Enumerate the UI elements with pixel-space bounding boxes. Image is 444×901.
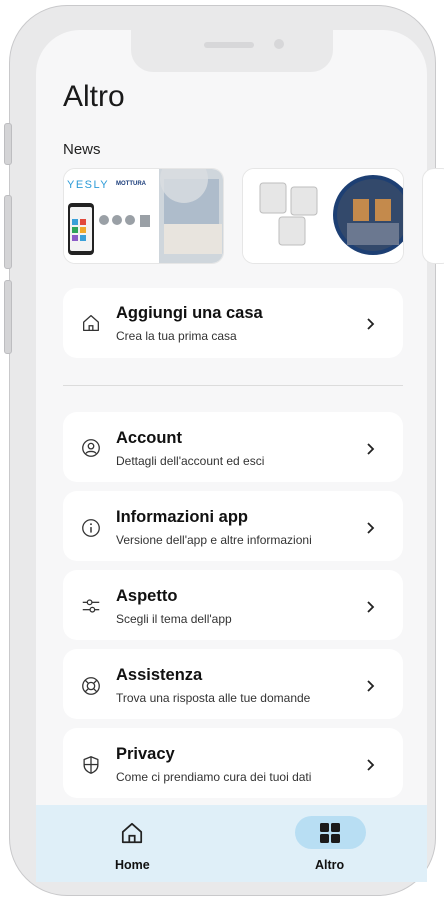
sliders-icon [82,599,100,613]
menu-item-app-info[interactable]: Informazioni app Versione dell'app e alt… [63,491,403,561]
bottom-tab-bar [36,805,427,882]
chevron-right-icon [367,759,375,771]
menu-item-title: Aggiungi una casa [116,304,263,322]
tab-altro[interactable]: Altro [295,812,366,882]
lifebuoy-icon [82,677,100,695]
menu-item-account[interactable]: Account Dettagli dell'account ed esci [63,412,403,482]
tab-label: Home [115,858,150,872]
menu-item-appearance[interactable]: Aspetto Scegli il tema dell'app [63,570,403,640]
shield-icon [83,756,99,774]
chevron-right-icon [367,522,375,534]
chevron-right-icon [367,680,375,692]
news-card-yesly[interactable]: YESLY MOTTURA [63,168,224,264]
menu-item-subtitle: Dettagli dell'account ed esci [116,454,265,468]
phone-camera [274,39,284,49]
svg-text:MOTTURA: MOTTURA [116,181,147,187]
menu-item-subtitle: Come ci prendiamo cura dei tuoi dati [116,770,312,784]
menu-item-title: Aspetto [116,587,178,605]
tab-home[interactable]: Home [100,812,164,882]
phone-side-button [4,195,12,269]
news-section-label: News [63,141,101,158]
news-card-modules[interactable] [242,168,404,264]
page-title: Altro [63,80,125,113]
divider [63,385,403,386]
menu-item-subtitle: Trova una risposta alle tue domande [116,691,311,705]
menu-item-add-home[interactable]: Aggiungi una casa Crea la tua prima casa [63,288,403,358]
news-image-yesly: YESLY MOTTURA [64,169,223,263]
news-image-modules [243,169,403,263]
svg-text:YESLY: YESLY [67,179,109,191]
chevron-right-icon [367,443,375,455]
info-icon [82,519,100,537]
news-card-partial[interactable] [422,168,444,264]
tab-label: Altro [315,858,345,872]
user-circle-icon [82,439,100,457]
chevron-right-icon [367,318,375,330]
phone-speaker [204,42,254,48]
menu-item-title: Informazioni app [116,508,248,526]
menu-item-privacy[interactable]: Privacy Come ci prendiamo cura dei tuoi … [63,728,403,798]
home-icon [83,315,99,331]
menu-item-subtitle: Scegli il tema dell'app [116,612,232,626]
phone-side-button [4,280,12,354]
grid-icon [320,823,340,843]
phone-notch [131,30,333,72]
phone-side-button [4,123,12,165]
chevron-right-icon [367,601,375,613]
menu-item-title: Assistenza [116,666,203,684]
menu-item-subtitle: Versione dell'app e altre informazioni [116,533,312,547]
menu-item-title: Account [116,429,182,447]
menu-item-support[interactable]: Assistenza Trova una risposta alle tue d… [63,649,403,719]
home-icon [121,822,143,844]
menu-item-subtitle: Crea la tua prima casa [116,329,237,343]
menu-item-title: Privacy [116,745,175,763]
